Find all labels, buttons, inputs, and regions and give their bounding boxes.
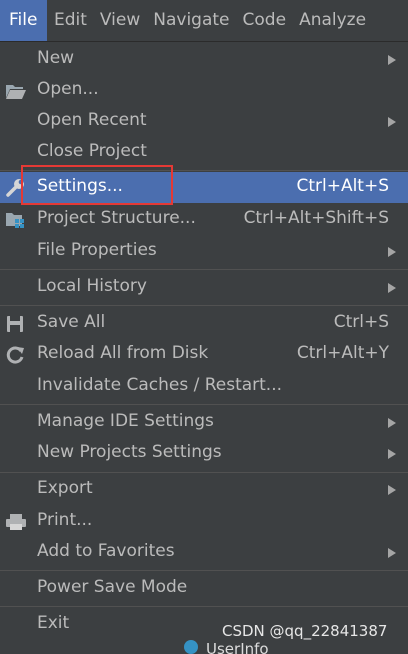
menu-item-label: Add to Favorites xyxy=(37,541,175,561)
menu-item-label: Open... xyxy=(37,79,99,99)
menu-separator xyxy=(0,269,408,270)
menu-separator xyxy=(0,404,408,405)
submenu-arrow-icon xyxy=(388,449,396,459)
file-menu-dropdown: New Open... Open Recent Close Project Se… xyxy=(0,42,408,651)
menu-navigate[interactable]: Navigate xyxy=(146,0,235,41)
menu-file[interactable]: File xyxy=(0,0,47,41)
menu-item-reload[interactable]: Reload All from Disk Ctrl+Alt+Y xyxy=(0,339,408,370)
menu-item-open[interactable]: Open... xyxy=(0,75,408,106)
menu-item-label: Project Structure... xyxy=(37,208,196,228)
submenu-arrow-icon xyxy=(388,117,396,127)
menu-item-local-history[interactable]: Local History xyxy=(0,272,408,303)
menu-item-label: Reload All from Disk xyxy=(37,343,209,363)
menu-item-power-save-mode[interactable]: Power Save Mode xyxy=(0,573,408,604)
menu-item-label: Exit xyxy=(37,613,70,633)
menu-edit[interactable]: Edit xyxy=(47,0,93,41)
menu-item-label: Save All xyxy=(37,312,106,332)
background-editor-peek: UserInfo xyxy=(184,640,324,654)
settings-highlight-annotation xyxy=(21,165,173,205)
watermark: CSDN @qq_22841387 xyxy=(222,622,388,640)
menu-separator xyxy=(0,570,408,571)
menu-item-print[interactable]: Print... xyxy=(0,506,408,537)
menu-item-label: New Projects Settings xyxy=(37,442,222,462)
shortcut-label: Ctrl+Alt+S xyxy=(296,176,389,196)
menu-item-label: Open Recent xyxy=(37,110,147,130)
submenu-arrow-icon xyxy=(388,485,396,495)
menu-item-manage-ide-settings[interactable]: Manage IDE Settings xyxy=(0,407,408,438)
submenu-arrow-icon xyxy=(388,418,396,428)
menu-item-invalidate-caches[interactable]: Invalidate Caches / Restart... xyxy=(0,371,408,402)
folder-open-icon xyxy=(5,81,27,101)
shortcut-label: Ctrl+S xyxy=(333,312,389,332)
submenu-arrow-icon xyxy=(388,548,396,558)
menu-separator xyxy=(0,606,408,607)
menu-code[interactable]: Code xyxy=(236,0,293,41)
shortcut-label: Ctrl+Alt+Y xyxy=(296,343,389,363)
menu-item-file-properties[interactable]: File Properties xyxy=(0,236,408,267)
reload-icon xyxy=(5,345,27,365)
menu-item-label: Invalidate Caches / Restart... xyxy=(37,375,283,395)
menu-item-add-to-favorites[interactable]: Add to Favorites xyxy=(0,537,408,568)
project-structure-icon xyxy=(5,210,27,230)
menu-item-label: File Properties xyxy=(37,240,157,260)
menu-item-label: Export xyxy=(37,478,93,498)
menu-bar: File Edit View Navigate Code Analyze xyxy=(0,0,408,42)
menu-item-label: Local History xyxy=(37,276,147,296)
menu-separator xyxy=(0,305,408,306)
background-label: UserInfo xyxy=(206,640,269,654)
menu-item-label: Power Save Mode xyxy=(37,577,188,597)
save-icon xyxy=(5,314,27,334)
menu-item-label: Print... xyxy=(37,510,93,530)
printer-icon xyxy=(5,512,27,532)
menu-item-new-projects-settings[interactable]: New Projects Settings xyxy=(0,438,408,469)
submenu-arrow-icon xyxy=(388,283,396,293)
menu-item-label: Manage IDE Settings xyxy=(37,411,214,431)
submenu-arrow-icon xyxy=(388,247,396,257)
menu-item-label: Close Project xyxy=(37,141,147,161)
menu-item-export[interactable]: Export xyxy=(0,474,408,505)
menu-item-close-project[interactable]: Close Project xyxy=(0,137,408,168)
shortcut-label: Ctrl+Alt+Shift+S xyxy=(243,208,389,228)
menu-view[interactable]: View xyxy=(93,0,146,41)
menu-item-save-all[interactable]: Save All Ctrl+S xyxy=(0,308,408,339)
menu-separator xyxy=(0,472,408,473)
menu-item-label: New xyxy=(37,48,75,68)
menu-item-project-structure[interactable]: Project Structure... Ctrl+Alt+Shift+S xyxy=(0,204,408,235)
menu-analyze[interactable]: Analyze xyxy=(292,0,372,41)
menu-item-open-recent[interactable]: Open Recent xyxy=(0,106,408,137)
menu-item-new[interactable]: New xyxy=(0,44,408,75)
submenu-arrow-icon xyxy=(388,55,396,65)
class-icon xyxy=(184,640,198,654)
